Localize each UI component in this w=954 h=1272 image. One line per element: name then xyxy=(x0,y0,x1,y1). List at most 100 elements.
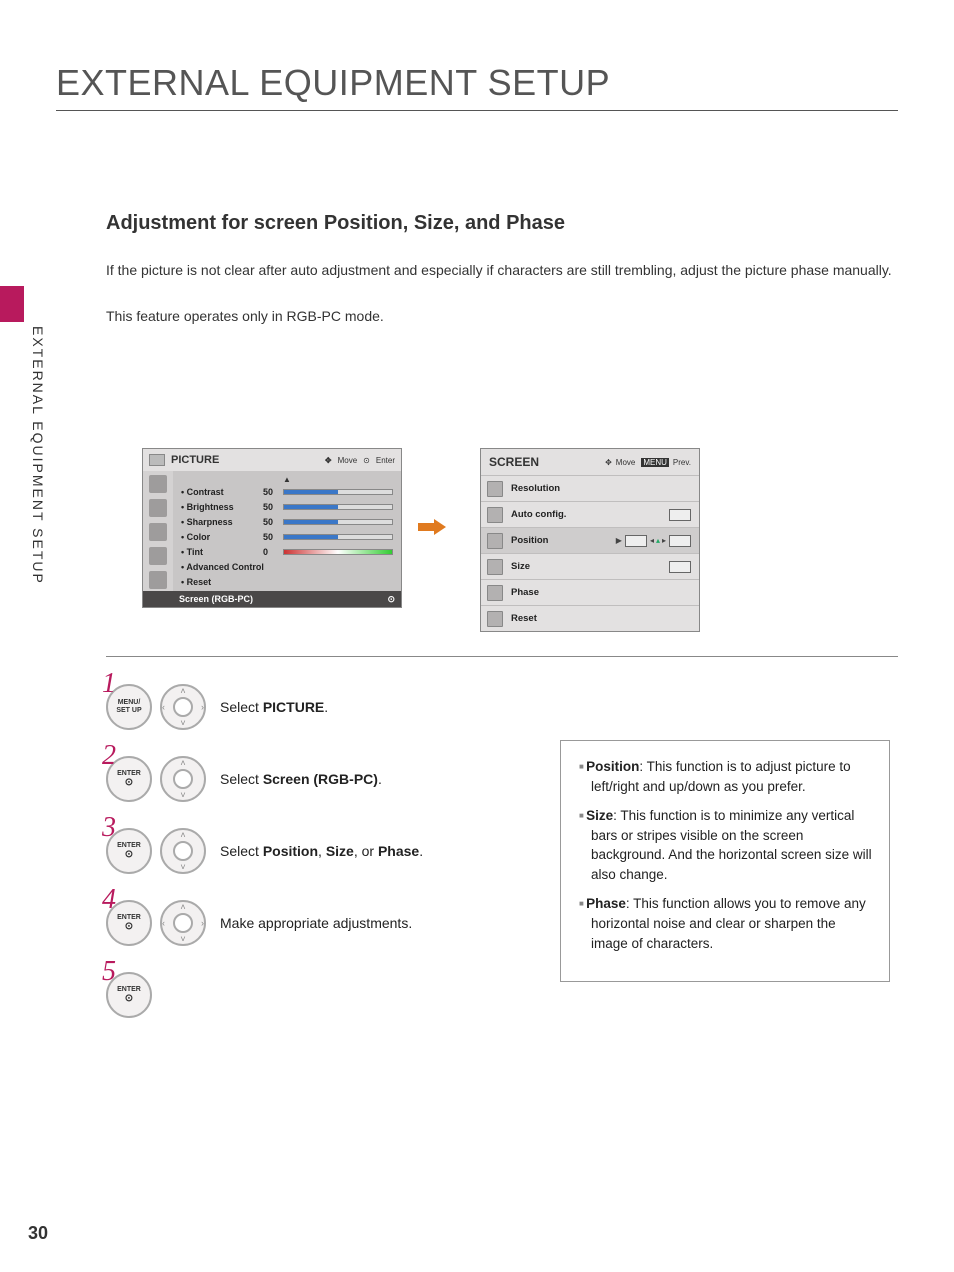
chevron-up-icon: ˄ xyxy=(180,902,185,912)
enter-icon: ⊙ xyxy=(387,594,395,605)
step-number: 1 xyxy=(102,668,116,700)
button-label: ENTER xyxy=(117,770,141,778)
widget xyxy=(625,535,647,547)
scroll-up-icon: ▲ xyxy=(181,475,393,484)
label: Auto config. xyxy=(511,509,667,520)
step-text: Make appropriate adjustments. xyxy=(220,915,412,931)
osd-picture-panel: PICTURE ✥ Move ⊙ Enter ▲ • Contrast50 • … xyxy=(142,448,402,608)
osd-hint-move: Move xyxy=(338,456,358,465)
remote-dpad[interactable]: ˄˅ xyxy=(160,828,206,874)
osd-row-tint: • Tint0 xyxy=(181,544,393,559)
page-title: EXTERNAL EQUIPMENT SETUP xyxy=(56,62,610,104)
chevron-right-icon: › xyxy=(201,918,204,928)
osd-row-screen-selected: Screen (RGB-PC) ⊙ xyxy=(143,591,401,607)
enter-dot-icon xyxy=(125,849,133,860)
phase-icon xyxy=(487,585,503,601)
slider-bar xyxy=(283,534,393,540)
step-number: 5 xyxy=(102,956,116,988)
button-label: ENTER xyxy=(117,842,141,850)
move-icon: ✥ xyxy=(605,458,612,467)
value: 50 xyxy=(263,517,283,527)
step-4: 4 ENTER ˄˅›‹ Make appropriate adjustment… xyxy=(106,896,546,950)
autoconfig-icon xyxy=(487,507,503,523)
steps-list: 1 MENU/ SET UP ˄˅›‹ Select PICTURE. 2 EN… xyxy=(106,680,546,1040)
enter-dot-icon xyxy=(125,921,133,932)
widget xyxy=(669,561,691,573)
chevron-up-icon: ˄ xyxy=(180,758,185,768)
button-label: ENTER xyxy=(117,986,141,994)
chevron-up-icon: ˄ xyxy=(180,830,185,840)
remote-dpad[interactable]: ˄˅›‹ xyxy=(160,684,206,730)
chevron-down-icon: ˅ xyxy=(180,934,185,944)
label: • Sharpness xyxy=(181,517,263,527)
reset-icon xyxy=(487,611,503,627)
move-icon: ✥ xyxy=(325,456,332,465)
label: Reset xyxy=(511,613,693,624)
osd-row-sharpness: • Sharpness50 xyxy=(181,514,393,529)
value: 50 xyxy=(263,532,283,542)
osd-row-reset: • Reset xyxy=(181,574,393,589)
osd-row-brightness: • Brightness50 xyxy=(181,499,393,514)
menu-badge: MENU xyxy=(641,458,669,467)
osd-picture-header: PICTURE ✥ Move ⊙ Enter xyxy=(143,449,401,471)
monitor-icon xyxy=(149,454,165,466)
value: 0 xyxy=(263,547,283,557)
osd-picture-nav xyxy=(143,471,173,607)
nav-icon xyxy=(149,475,167,493)
chevron-down-icon: ˅ xyxy=(180,790,185,800)
widget xyxy=(669,509,691,521)
step-number: 2 xyxy=(102,740,116,772)
remote-dpad[interactable]: ˄˅›‹ xyxy=(160,900,206,946)
label: Resolution xyxy=(511,483,693,494)
step-5: 5 ENTER xyxy=(106,968,546,1022)
step-1: 1 MENU/ SET UP ˄˅›‹ Select PICTURE. xyxy=(106,680,546,734)
slider-bar xyxy=(283,549,393,555)
chevron-right-icon: › xyxy=(201,702,204,712)
label: Screen (RGB-PC) xyxy=(179,594,253,604)
title-rule xyxy=(56,110,898,111)
osd-screen-header: SCREEN ✥ Move MENU Prev. xyxy=(481,449,699,475)
label: • Brightness xyxy=(181,502,263,512)
page-number: 30 xyxy=(28,1223,48,1244)
chevron-up-icon: ▴ xyxy=(656,536,660,545)
remote-dpad[interactable]: ˄˅ xyxy=(160,756,206,802)
section-heading: Adjustment for screen Position, Size, an… xyxy=(106,212,565,235)
info-item-phase: Phase: This function allows you to remov… xyxy=(579,894,873,953)
step-2: 2 ENTER ˄˅ Select Screen (RGB-PC). xyxy=(106,752,546,806)
chevron-down-icon: ˅ xyxy=(180,718,185,728)
osd-row-size: Size xyxy=(481,553,699,579)
slider-bar xyxy=(283,504,393,510)
osd-screen-panel: SCREEN ✥ Move MENU Prev. Resolution Auto… xyxy=(480,448,700,632)
chevron-left-icon: ◂ xyxy=(650,536,654,545)
step-text: Select Position, Size, or Phase. xyxy=(220,843,423,859)
button-label: MENU/ SET UP xyxy=(116,699,141,714)
enter-icon: ⊙ xyxy=(363,456,370,465)
enter-dot-icon xyxy=(125,777,133,788)
osd-row-advanced: • Advanced Control xyxy=(181,559,393,574)
nav-icon xyxy=(149,523,167,541)
chevron-right-icon: ▸ xyxy=(662,536,666,545)
step-text: Select PICTURE. xyxy=(220,699,328,715)
osd-row-color: • Color50 xyxy=(181,529,393,544)
osd-row-contrast: • Contrast50 xyxy=(181,484,393,499)
osd-hint-prev: Prev. xyxy=(673,458,691,467)
size-icon xyxy=(487,559,503,575)
chevron-down-icon: ˅ xyxy=(180,862,185,872)
widget xyxy=(669,535,691,547)
slider-bar xyxy=(283,519,393,525)
osd-row-resolution: Resolution xyxy=(481,475,699,501)
chevron-right-icon: ▶ xyxy=(616,536,622,545)
osd-screen-title: SCREEN xyxy=(489,455,539,469)
nav-icon xyxy=(149,571,167,589)
arrow-right-icon xyxy=(418,520,446,534)
label: Phase xyxy=(511,587,693,598)
osd-row-phase: Phase xyxy=(481,579,699,605)
step-number: 4 xyxy=(102,884,116,916)
label: • Color xyxy=(181,532,263,542)
label: Size xyxy=(511,561,667,572)
slider-bar xyxy=(283,489,393,495)
label: • Contrast xyxy=(181,487,263,497)
sidebar-tab xyxy=(0,286,24,322)
step-text: Select Screen (RGB-PC). xyxy=(220,771,382,787)
label: • Tint xyxy=(181,547,263,557)
